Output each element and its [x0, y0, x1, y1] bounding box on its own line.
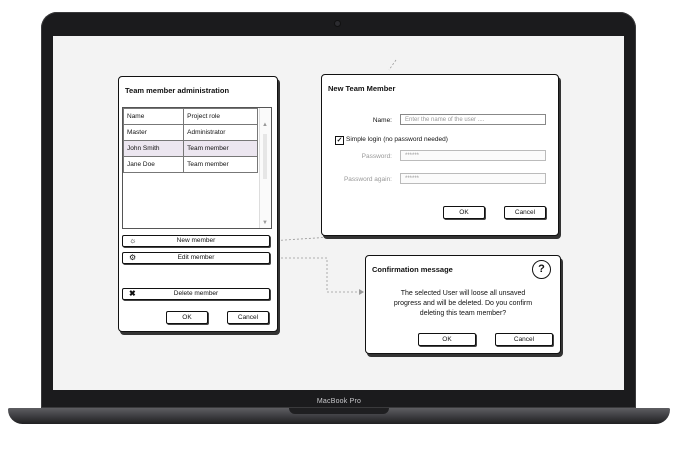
delete-member-label: Delete member [173, 290, 219, 297]
cell-role: Administrator [183, 124, 258, 141]
edit-member-label: Edit member [177, 254, 215, 261]
sun-icon: ☼ [129, 236, 137, 245]
connector-delete-member [269, 257, 360, 293]
delete-member-button[interactable]: ✖ Delete member [122, 288, 270, 300]
password-again-input[interactable]: ****** [400, 173, 546, 184]
admin-window: Team member administration Name Project … [118, 76, 278, 332]
members-table: Name Project role Master Administrator J… [122, 107, 272, 229]
x-icon: ✖ [129, 289, 136, 298]
new-member-label: New member [176, 237, 216, 244]
message-line: The selected User will loose all unsaved [400, 290, 526, 297]
cancel-button[interactable]: Cancel [504, 206, 546, 219]
confirmation-message: The selected User will loose all unsaved… [370, 289, 556, 319]
name-label: Name: [372, 117, 392, 124]
cancel-button[interactable]: Cancel [495, 333, 553, 346]
table-row-selected[interactable]: John Smith Team member [123, 140, 258, 157]
cancel-button[interactable]: Cancel [227, 311, 269, 324]
screen: Team member administration Name Project … [53, 36, 624, 390]
cell-role: Team member [183, 140, 258, 157]
column-header-role: Project role [183, 108, 258, 125]
simple-login-checkbox[interactable]: ✓ [335, 136, 344, 145]
table-row[interactable]: Jane Doe Team member [123, 156, 258, 173]
admin-window-title: Team member administration [125, 86, 230, 95]
message-line: progress and will be deleted. Do you con… [393, 300, 533, 307]
confirmation-window-title: Confirmation message [372, 265, 453, 274]
ok-button[interactable]: OK [418, 333, 476, 346]
ok-button[interactable]: OK [443, 206, 485, 219]
table-row[interactable]: Master Administrator [123, 124, 258, 141]
arrow-head-right [359, 289, 364, 295]
password-label: Password: [361, 153, 392, 160]
password-again-label: Password again: [343, 176, 392, 183]
camera [335, 21, 340, 26]
brand-label: MacBook Pro [316, 398, 362, 405]
new-member-window-title: New Team Member [328, 84, 396, 93]
gear-icon: ⚙ [129, 253, 137, 262]
ok-button[interactable]: OK [166, 311, 208, 324]
checkmark-icon: ✓ [336, 137, 343, 144]
question-circle-icon: ? [532, 260, 551, 279]
column-header-name: Name [123, 108, 185, 125]
table-scrollbar[interactable]: ▲ ▼ [259, 108, 271, 228]
confirmation-window: Confirmation message ? The selected User… [365, 255, 561, 354]
cell-name: John Smith [123, 140, 185, 157]
scroll-down-icon[interactable]: ▼ [262, 220, 268, 226]
cell-name: Jane Doe [123, 156, 185, 173]
new-member-button[interactable]: ☼ New member [122, 235, 270, 247]
cell-name: Master [123, 124, 185, 141]
cell-role: Team member [183, 156, 258, 173]
scroll-thumb[interactable] [263, 134, 267, 179]
password-input[interactable]: ****** [400, 150, 546, 161]
connector-top [388, 59, 397, 71]
name-input[interactable]: Enter the name of the user .... [400, 114, 546, 125]
new-member-window: New Team Member Name: Enter the name of … [321, 74, 559, 236]
simple-login-label: Simple login (no password needed) [346, 136, 448, 143]
edit-member-button[interactable]: ⚙ Edit member [122, 252, 270, 264]
laptop-notch [289, 408, 389, 414]
scroll-up-icon[interactable]: ▲ [262, 122, 268, 128]
message-line: deleting this team member? [419, 310, 507, 317]
table-header: Name Project role [123, 108, 258, 125]
